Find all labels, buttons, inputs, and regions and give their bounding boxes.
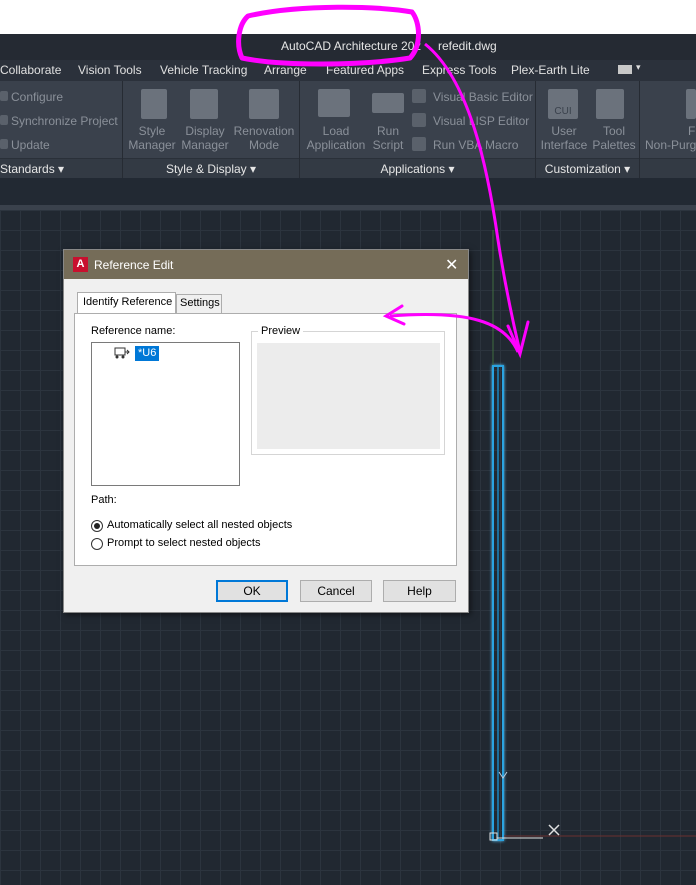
annotation-arrow-left bbox=[389, 313, 520, 353]
annotation-arrow-down bbox=[424, 42, 522, 353]
annotation-overlay bbox=[236, 4, 530, 359]
annotation-highlight-circle bbox=[236, 4, 421, 67]
